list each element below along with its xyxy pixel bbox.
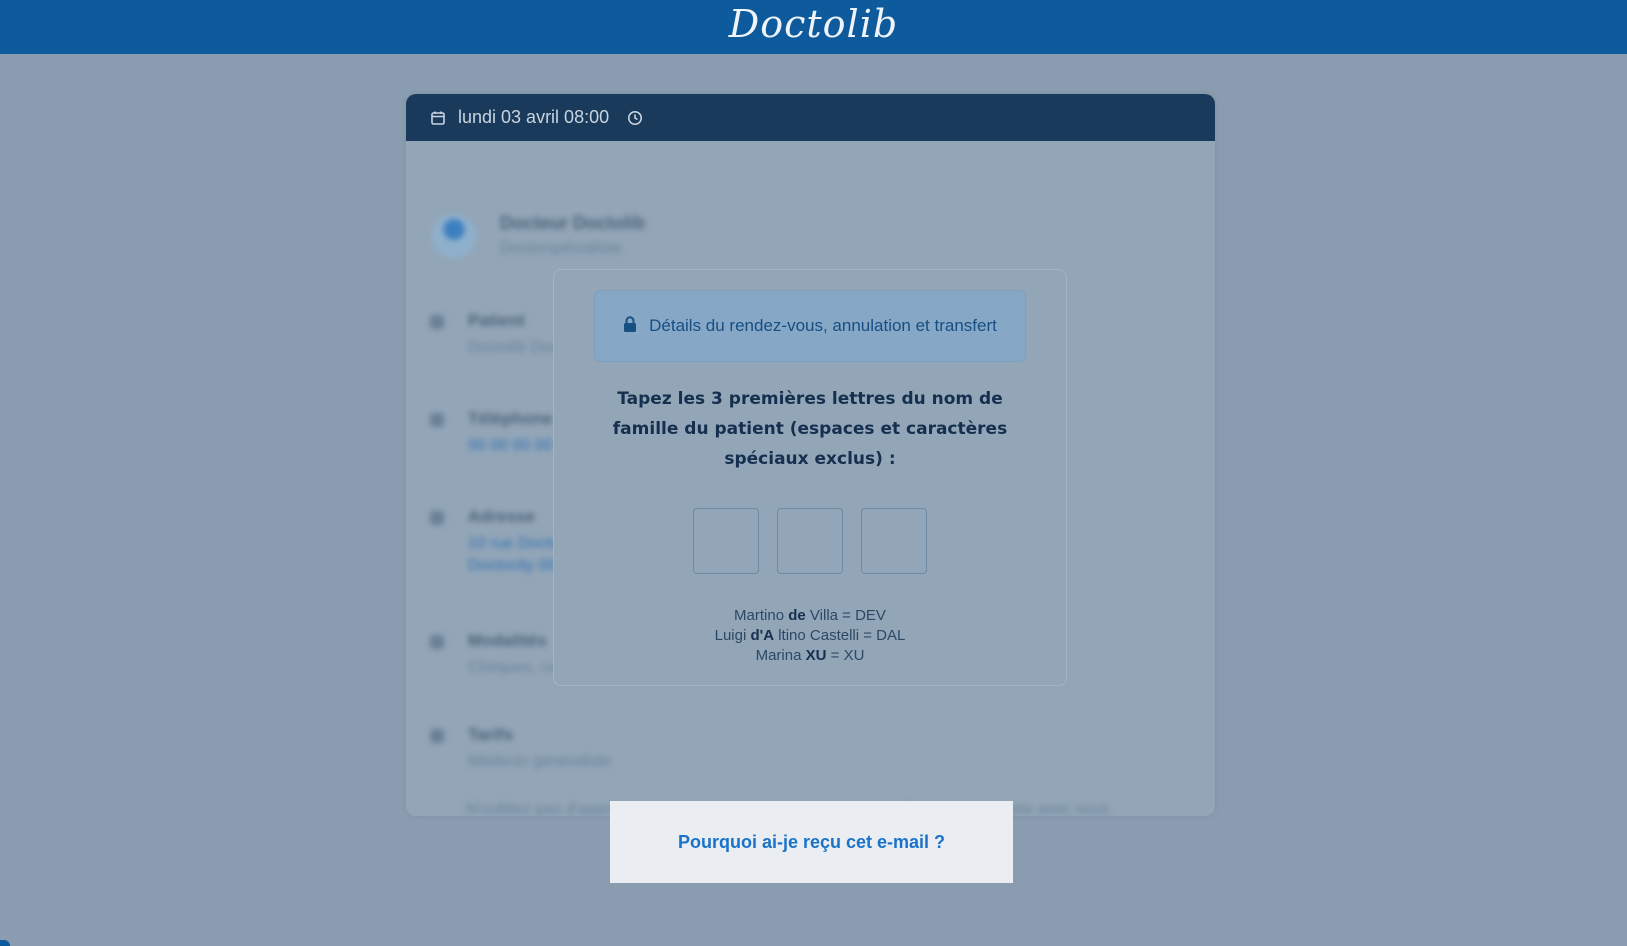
banner-text: Détails du rendez-vous, annulation et tr… bbox=[649, 316, 997, 335]
person-icon bbox=[430, 315, 444, 329]
instruction-text: Tapez les 3 premières lettres du nom de … bbox=[612, 389, 1008, 469]
appointment-date-time: lundi 03 avril 08:00 bbox=[458, 107, 610, 127]
fees-row: Tarifs Médecin généraliste bbox=[430, 725, 611, 771]
location-icon bbox=[430, 511, 444, 525]
euro-icon bbox=[430, 729, 444, 743]
letter-input-1[interactable] bbox=[693, 508, 759, 574]
example-line: Marina XU = XU bbox=[755, 647, 865, 664]
examples-list: Martino de Villa = DEV Luigi d'A ltino C… bbox=[554, 606, 1066, 666]
letter-inputs bbox=[554, 508, 1066, 574]
letter-input-2[interactable] bbox=[777, 508, 843, 574]
appointment-header: lundi 03 avril 08:00 bbox=[406, 94, 1215, 141]
verification-modal: Détails du rendez-vous, annulation et tr… bbox=[553, 269, 1067, 686]
lock-icon bbox=[623, 315, 649, 337]
why-email-link[interactable]: Pourquoi ai-je reçu cet e-mail ? bbox=[678, 832, 945, 853]
doctor-specialty: Doctorspécialiste bbox=[500, 240, 622, 257]
why-email-box: Pourquoi ai-je reçu cet e-mail ? bbox=[610, 801, 1013, 883]
calendar-icon bbox=[430, 110, 446, 126]
corner-decoration bbox=[0, 940, 10, 946]
clock-icon bbox=[627, 110, 643, 126]
fees-label: Tarifs bbox=[468, 725, 514, 744]
letter-input-3[interactable] bbox=[861, 508, 927, 574]
payment-icon bbox=[430, 635, 444, 649]
fees-value: Médecin généraliste bbox=[468, 753, 612, 770]
phone-icon bbox=[430, 413, 444, 427]
top-bar: Doctolib bbox=[0, 0, 1627, 54]
example-line: Martino de Villa = DEV bbox=[734, 607, 886, 624]
doctor-name: Docteur Doctolib bbox=[500, 213, 646, 233]
doctolib-logo[interactable]: Doctolib bbox=[0, 0, 1627, 48]
doctor-row: Docteur Doctolib Doctorspécialiste bbox=[432, 213, 645, 258]
example-line: Luigi d'A ltino Castelli = DAL bbox=[714, 627, 906, 644]
secure-details-banner: Détails du rendez-vous, annulation et tr… bbox=[594, 290, 1026, 362]
doctor-avatar bbox=[432, 213, 476, 258]
